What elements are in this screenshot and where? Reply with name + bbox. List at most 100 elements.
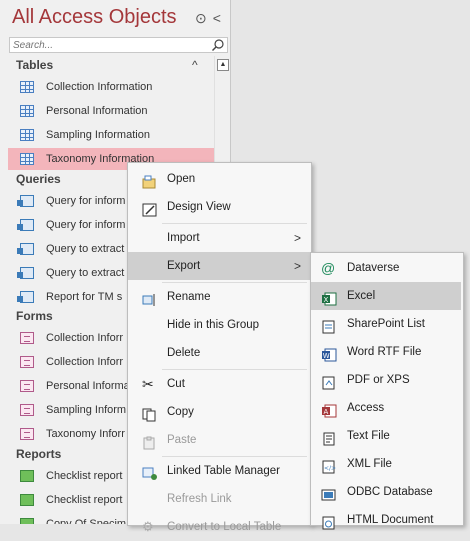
export-item-pdf-xps[interactable]: PDF or XPS bbox=[311, 366, 461, 394]
svg-text:</>: </> bbox=[324, 465, 336, 472]
odbc-database-icon bbox=[321, 485, 337, 501]
nav-item-label: Personal Information bbox=[46, 105, 148, 117]
menu-item-export[interactable]: Export > bbox=[128, 252, 311, 280]
menu-item-rename[interactable]: Rename bbox=[128, 283, 311, 311]
pdf-xps-icon bbox=[321, 373, 337, 390]
export-item-sharepoint-list[interactable]: SharePoint List bbox=[311, 310, 461, 338]
table-icon bbox=[20, 129, 34, 141]
text-file-icon bbox=[321, 429, 337, 446]
menu-item-label: Paste bbox=[167, 434, 197, 446]
chevron-right-icon: > bbox=[293, 231, 301, 245]
export-item-dataverse[interactable]: @ Dataverse bbox=[311, 254, 461, 282]
export-item-excel[interactable]: X Excel bbox=[311, 282, 461, 310]
paste-icon bbox=[142, 433, 158, 450]
xml-file-icon: </> bbox=[321, 457, 337, 474]
nav-menu-dropdown-icon[interactable]: ⊙ bbox=[195, 10, 207, 27]
menu-item-refresh-link[interactable]: Refresh Link bbox=[128, 485, 311, 513]
export-item-text-file[interactable]: Text File bbox=[311, 422, 461, 450]
form-icon bbox=[20, 332, 34, 344]
table-icon bbox=[20, 81, 34, 93]
nav-item-label: Report for TM s bbox=[46, 291, 123, 303]
report-icon bbox=[20, 470, 34, 482]
menu-item-label: Copy bbox=[167, 406, 194, 418]
chevron-up-icon[interactable]: ^ bbox=[192, 58, 198, 72]
nav-item-label: Checklist report bbox=[46, 494, 123, 506]
nav-collapse-icon[interactable]: < bbox=[213, 10, 221, 26]
chevron-right-icon: > bbox=[293, 259, 301, 273]
nav-item-table[interactable]: Collection Information bbox=[8, 76, 214, 98]
dataverse-icon: @ bbox=[321, 260, 336, 276]
form-icon bbox=[20, 380, 34, 392]
nav-item-label: Sampling Inform bbox=[46, 404, 127, 416]
nav-item-label: Query to extract bbox=[46, 267, 125, 279]
nav-item-label: Query to extract bbox=[46, 243, 125, 255]
search-input[interactable] bbox=[10, 38, 206, 52]
group-header-forms[interactable]: Forms bbox=[16, 309, 53, 323]
nav-pane-title[interactable]: All Access Objects bbox=[12, 6, 177, 29]
html-document-icon bbox=[321, 513, 337, 530]
svg-text:W: W bbox=[323, 352, 330, 360]
nav-item-table[interactable]: Personal Information bbox=[8, 100, 214, 122]
menu-item-label: Convert to Local Table bbox=[167, 521, 282, 533]
nav-item-label: Checklist report bbox=[46, 470, 123, 482]
search-box bbox=[9, 37, 228, 53]
group-header-reports[interactable]: Reports bbox=[16, 447, 61, 461]
report-icon bbox=[20, 494, 34, 506]
form-icon bbox=[20, 404, 34, 416]
word-rtf-icon: W bbox=[321, 345, 337, 362]
query-icon bbox=[17, 219, 34, 231]
export-item-label: HTML Document bbox=[347, 514, 434, 526]
export-item-access[interactable]: A Access bbox=[311, 394, 461, 422]
svg-text:A: A bbox=[324, 408, 329, 416]
nav-item-table[interactable]: Sampling Information bbox=[8, 124, 214, 146]
menu-item-label: Import bbox=[167, 232, 200, 244]
group-header-tables[interactable]: Tables bbox=[16, 58, 53, 72]
menu-item-label: Cut bbox=[167, 378, 185, 390]
export-item-label: Access bbox=[347, 402, 385, 414]
export-item-html-document[interactable]: HTML Document bbox=[311, 506, 461, 534]
search-icon[interactable] bbox=[211, 38, 225, 55]
menu-item-convert-to-local-table[interactable]: ⚙ Convert to Local Table bbox=[128, 513, 311, 541]
svg-text:X: X bbox=[324, 296, 329, 304]
nav-header-controls: ⊙ < bbox=[195, 10, 227, 27]
export-item-xml-file[interactable]: </> XML File bbox=[311, 450, 461, 478]
sharepoint-list-icon bbox=[321, 317, 337, 334]
table-icon bbox=[20, 153, 34, 165]
nav-item-label: Copy Of Specim bbox=[46, 518, 127, 524]
menu-item-hide-in-group[interactable]: Hide in this Group bbox=[128, 311, 311, 339]
form-icon bbox=[20, 356, 34, 368]
menu-item-import[interactable]: Import > bbox=[128, 224, 311, 252]
export-item-label: Dataverse bbox=[347, 262, 400, 274]
export-item-odbc-database[interactable]: ODBC Database bbox=[311, 478, 461, 506]
menu-item-paste[interactable]: Paste bbox=[128, 426, 311, 454]
menu-item-label: Hide in this Group bbox=[167, 319, 260, 331]
menu-item-label: Linked Table Manager bbox=[167, 465, 280, 477]
menu-item-copy[interactable]: Copy bbox=[128, 398, 311, 426]
menu-item-delete[interactable]: Delete bbox=[128, 339, 311, 367]
export-item-word-rtf[interactable]: W Word RTF File bbox=[311, 338, 461, 366]
export-item-label: XML File bbox=[347, 458, 392, 470]
linked-table-manager-icon bbox=[142, 464, 158, 480]
menu-item-label: Design View bbox=[167, 201, 231, 213]
menu-item-label: Open bbox=[167, 173, 196, 185]
query-icon bbox=[17, 195, 34, 207]
menu-item-linked-table-manager[interactable]: Linked Table Manager bbox=[128, 457, 311, 485]
export-submenu: @ Dataverse X Excel SharePoint List W Wo… bbox=[310, 252, 464, 530]
nav-item-label: Query for inform bbox=[46, 195, 126, 207]
table-icon bbox=[20, 105, 34, 117]
export-item-label: Word RTF File bbox=[347, 346, 422, 358]
open-icon bbox=[142, 172, 158, 189]
query-icon bbox=[17, 291, 34, 303]
nav-item-label: Collection Inforr bbox=[46, 332, 124, 344]
convert-icon: ⚙ bbox=[142, 519, 154, 534]
menu-item-cut[interactable]: ✂ Cut bbox=[128, 370, 311, 398]
nav-item-label: Collection Inforr bbox=[46, 356, 124, 368]
export-item-label: SharePoint List bbox=[347, 318, 425, 330]
scroll-up-arrow-icon[interactable]: ▲ bbox=[217, 59, 229, 71]
menu-item-open[interactable]: Open bbox=[128, 165, 311, 193]
report-icon bbox=[20, 518, 34, 524]
menu-item-design-view[interactable]: Design View bbox=[128, 193, 311, 221]
group-header-queries[interactable]: Queries bbox=[16, 172, 61, 186]
export-item-label: Excel bbox=[347, 290, 376, 302]
nav-item-label: Personal Informa bbox=[46, 380, 130, 392]
